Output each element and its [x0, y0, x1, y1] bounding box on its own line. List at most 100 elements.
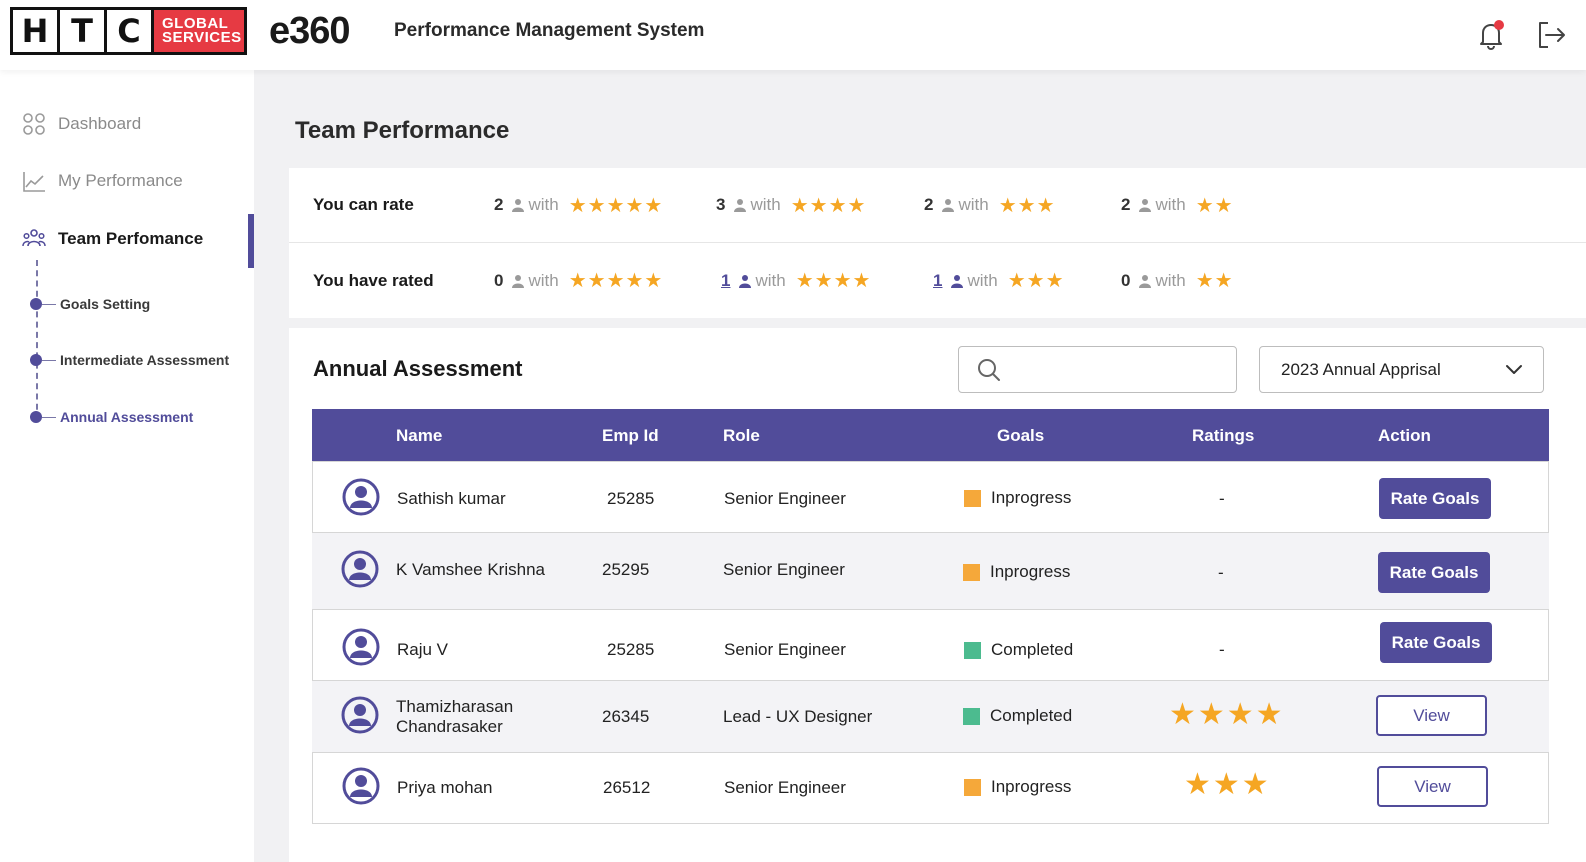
rating-row-label: You can rate [313, 195, 414, 214]
goal-status: Inprogress [964, 777, 1071, 797]
employee-name: K Vamshee Krishna [396, 560, 545, 579]
sidebar-subitem-label: Intermediate Assessment [60, 352, 230, 368]
column-header-goals[interactable]: Goals [997, 426, 1044, 446]
sidebar-subitem-goals-setting[interactable]: Goals Setting [30, 296, 150, 312]
rating-count-link[interactable]: 1 [721, 271, 730, 291]
logo-letter-c: C [107, 10, 154, 52]
logo-letter-t: T [60, 10, 107, 52]
column-header-emp-id[interactable]: Emp Id [602, 426, 659, 446]
sidebar-item-label: Dashboard [58, 114, 142, 133]
rating-count-link[interactable]: 1 [933, 271, 942, 291]
search-icon [978, 359, 1000, 381]
sidebar-item-my-performance[interactable]: My Performance [22, 169, 183, 193]
star-rating: ★★★★ [1169, 698, 1285, 731]
avatar-icon [342, 767, 380, 805]
rating-value: - [1218, 563, 1224, 582]
bell-icon[interactable] [1474, 18, 1508, 52]
rating-row-have-rated: You have rated 0 with ★★★★★ 1 with ★★★★ … [289, 243, 1586, 318]
rate-goals-button[interactable]: Rate Goals [1379, 478, 1491, 519]
search-input[interactable] [958, 346, 1237, 393]
htc-logo: H T C GLOBAL SERVICES [10, 7, 247, 55]
annual-assessment-card: Annual Assessment 2023 Annual Apprisal N… [289, 328, 1586, 862]
logo-badge: GLOBAL SERVICES [154, 10, 244, 52]
table-row: Sathish kumar 25285 Senior Engineer Inpr… [312, 461, 1549, 533]
goal-status-label: Inprogress [991, 777, 1072, 796]
rating-group: 0 with ★★★★★ [494, 268, 663, 293]
sidebar-subitem-label: Annual Assessment [60, 409, 194, 425]
employee-name: Priya mohan [397, 778, 493, 797]
goal-status: Inprogress [963, 562, 1070, 582]
chart-icon [23, 172, 45, 192]
goal-status-label: Completed [990, 706, 1073, 725]
tree-connector [36, 260, 38, 420]
rating-group: 2 with ★★★★★ [494, 193, 663, 218]
star-rating: ★★★★ [795, 270, 872, 292]
rating-row-label: You have rated [313, 270, 434, 290]
sidebar-item-team-performance[interactable]: Team Perfomance [22, 227, 203, 251]
rating-count: 2 [494, 195, 504, 214]
rating-summary-card: You can rate 2 with ★★★★★ 3 with ★★★★ 2 … [289, 168, 1586, 318]
employee-role: Senior Engineer [724, 489, 846, 508]
rating-with-text: with [1155, 270, 1186, 290]
employee-id: 26345 [602, 707, 650, 726]
sidebar-subitem-annual-assessment[interactable]: Annual Assessment [30, 409, 193, 425]
rating-value: - [1219, 640, 1225, 659]
goal-status-label: Inprogress [990, 562, 1071, 581]
table-row: K Vamshee Krishna 25295 Senior Engineer … [312, 533, 1549, 609]
column-header-ratings[interactable]: Ratings [1192, 426, 1254, 446]
sidebar-subitem-intermediate-assessment[interactable]: Intermediate Assessment [30, 352, 229, 368]
app-tagline: Performance Management System [394, 20, 705, 41]
top-header: H T C GLOBAL SERVICES e360 Performance M… [0, 0, 1586, 70]
rating-count: 3 [716, 195, 726, 214]
sidebar-item-label: Team Perfomance [58, 229, 204, 248]
rating-group-link[interactable]: 1 with ★★★ [933, 268, 1065, 293]
goal-status: Inprogress [964, 488, 1071, 508]
period-select-value: 2023 Annual Apprisal [1281, 359, 1441, 379]
view-button[interactable]: View [1377, 766, 1488, 807]
employee-id: 25285 [607, 489, 655, 508]
rating-group-link[interactable]: 1 with ★★★★ [721, 268, 871, 293]
column-header-role[interactable]: Role [723, 426, 760, 446]
sidebar-item-dashboard[interactable]: Dashboard [22, 112, 141, 136]
employee-name: Thamizharasan Chandrasaker [396, 697, 513, 737]
tree-dot [30, 298, 42, 310]
table-header: Name Emp Id Role Goals Ratings Action [312, 409, 1549, 461]
employee-id: 25285 [607, 640, 655, 659]
rating-count: 0 [494, 270, 504, 290]
star-rating: ★★★ [1184, 768, 1271, 801]
active-indicator [248, 214, 254, 268]
logout-icon[interactable] [1534, 18, 1568, 52]
goal-status: Completed [964, 640, 1073, 660]
employee-name-line1: Thamizharasan [396, 697, 514, 716]
rating-with-text: with [967, 270, 998, 290]
period-select[interactable]: 2023 Annual Apprisal [1259, 346, 1544, 393]
star-rating: ★★★ [1007, 270, 1065, 292]
person-icon [1139, 199, 1152, 212]
rate-goals-button[interactable]: Rate Goals [1380, 622, 1492, 663]
rating-count: 2 [924, 195, 934, 214]
section-title: Annual Assessment [313, 356, 523, 381]
rating-with-text: with [755, 270, 786, 290]
team-icon [22, 229, 46, 247]
chevron-down-icon [1506, 365, 1522, 374]
avatar-icon [341, 550, 379, 588]
rating-with-text: with [1155, 195, 1186, 214]
avatar-icon [342, 628, 380, 666]
employee-name: Raju V [397, 640, 449, 659]
star-rating: ★★★★★ [568, 270, 664, 292]
rating-group: 2 with ★★ [1121, 193, 1234, 218]
employee-role: Senior Engineer [723, 560, 845, 579]
employee-role: Lead - UX Designer [723, 707, 873, 726]
avatar-icon [341, 696, 379, 734]
person-icon [951, 274, 964, 288]
rate-goals-button[interactable]: Rate Goals [1378, 552, 1490, 593]
column-header-action[interactable]: Action [1378, 426, 1431, 446]
status-indicator [964, 641, 981, 659]
column-header-name[interactable]: Name [396, 426, 442, 446]
status-indicator [963, 707, 980, 725]
status-indicator [964, 489, 981, 507]
view-button[interactable]: View [1376, 695, 1487, 736]
notification-dot [1494, 20, 1504, 30]
rating-group: 0 with ★★ [1121, 268, 1234, 293]
person-icon [739, 274, 752, 288]
